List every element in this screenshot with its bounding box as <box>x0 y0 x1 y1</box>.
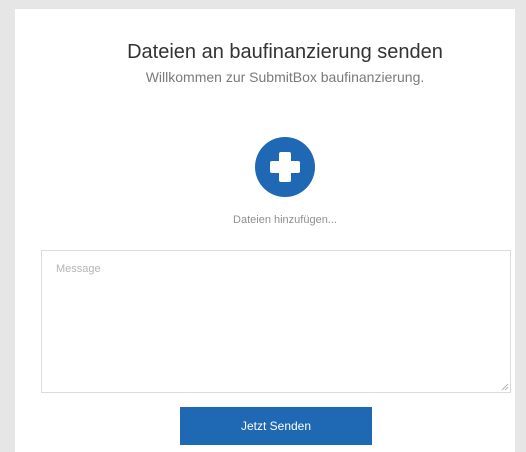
submitbox-card: Dateien an baufinanzierung senden Willko… <box>15 9 515 452</box>
page-subtitle: Willkommen zur SubmitBox baufinanzierung… <box>145 69 425 85</box>
page-title: Dateien an baufinanzierung senden <box>127 41 443 63</box>
submit-button[interactable]: Jetzt Senden <box>180 407 372 445</box>
add-files-button[interactable] <box>255 137 315 197</box>
resize-handle-icon[interactable] <box>501 383 509 391</box>
message-field[interactable] <box>41 250 511 393</box>
plus-icon <box>270 152 300 182</box>
add-files-label: Dateien hinzufügen... <box>233 214 337 226</box>
